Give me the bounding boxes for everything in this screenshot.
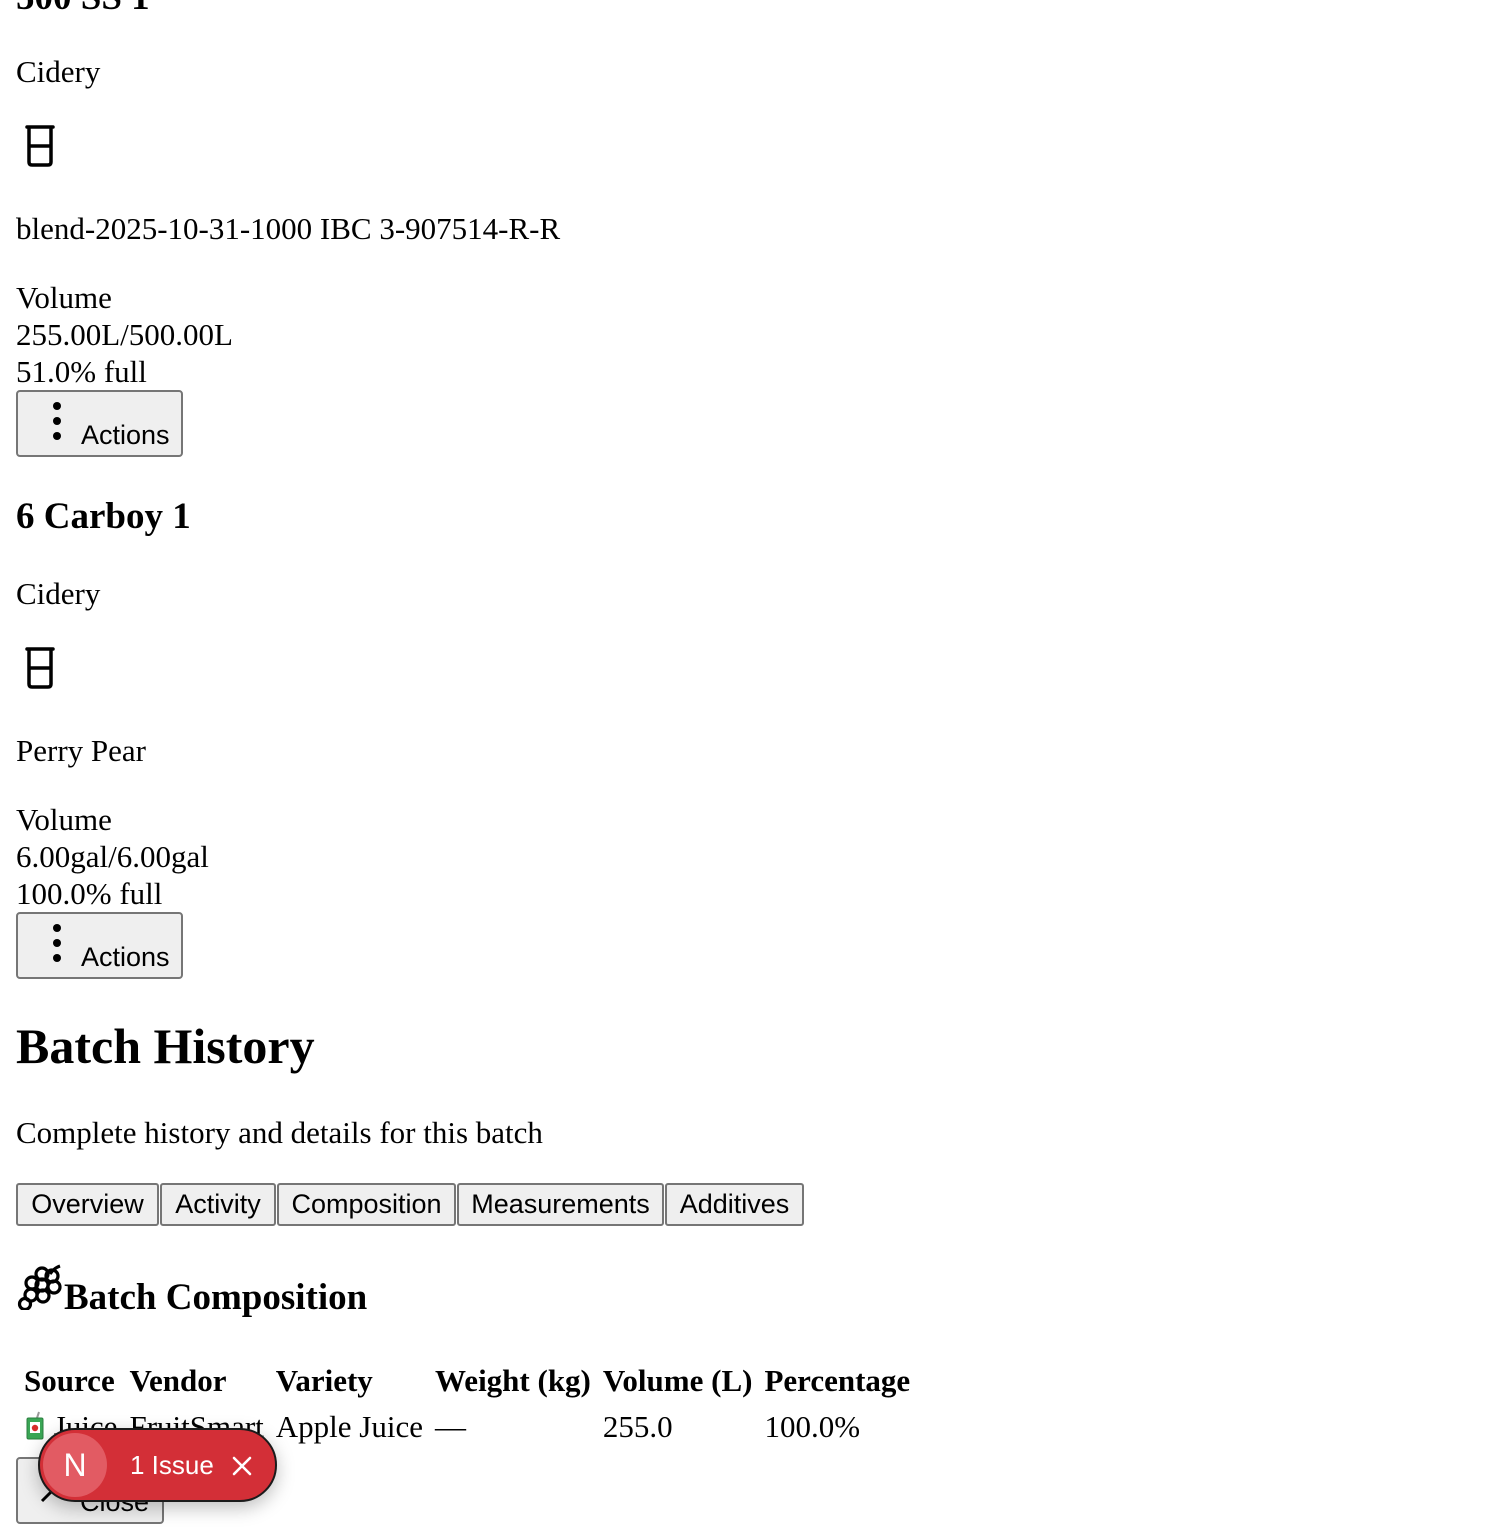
tab-measurements[interactable]: Measurements — [457, 1183, 664, 1226]
actions-label: Actions — [81, 420, 170, 450]
column-header-source: Source — [24, 1363, 115, 1398]
fill-percent: 51.0% full — [16, 354, 147, 389]
batch-history-title: Batch History — [16, 1018, 315, 1074]
fill-percent: 100.0% full — [16, 876, 163, 911]
composition-heading: Batch Composition — [64, 1277, 368, 1318]
volume-value: 6.00gal/6.00gal — [16, 839, 209, 874]
vessel-batch: blend-2025-10-31-1000 IBC 3-907514-R-R — [16, 211, 561, 246]
beaker-icon — [25, 647, 55, 689]
actions-button[interactable]: Actions — [16, 912, 183, 979]
beaker-icon — [25, 125, 55, 167]
cell-variety: Apple Juice — [275, 1409, 424, 1444]
juice-box-icon — [26, 1411, 44, 1440]
column-header-volume: Volume (L) — [602, 1363, 753, 1398]
tab-composition[interactable]: Composition — [277, 1183, 456, 1226]
grapes-icon — [17, 1264, 62, 1310]
more-vertical-icon — [53, 924, 61, 962]
vessel-batch: Perry Pear — [16, 733, 146, 768]
close-icon[interactable] — [230, 1454, 254, 1478]
column-header-percentage: Percentage — [764, 1363, 911, 1398]
vessel-location: Cidery — [16, 576, 101, 611]
vessel-name: 6 Carboy 1 — [16, 496, 191, 537]
volume-label: Volume — [16, 802, 112, 837]
tab-additives[interactable]: Additives — [665, 1183, 804, 1226]
tab-overview[interactable]: Overview — [16, 1183, 159, 1226]
vessel-location: Cidery — [16, 54, 101, 89]
column-header-vendor: Vendor — [129, 1363, 227, 1398]
more-vertical-icon — [53, 402, 61, 440]
volume-value: 255.00L/500.00L — [16, 317, 233, 352]
actions-button[interactable]: Actions — [16, 390, 183, 457]
batch-history-subtitle: Complete history and details for this ba… — [16, 1115, 543, 1150]
dev-tools-avatar[interactable]: N — [43, 1433, 107, 1497]
cell-volume: 255.0 — [602, 1409, 673, 1444]
issue-count-label[interactable]: 1 Issue — [130, 1449, 214, 1481]
actions-label: Actions — [81, 942, 170, 972]
vessel-name: 500 SS 1 — [16, 0, 150, 20]
cell-weight: — — [435, 1409, 467, 1444]
issues-badge[interactable]: N 1 Issue — [38, 1428, 277, 1502]
column-header-variety: Variety — [275, 1363, 373, 1398]
column-header-weight: Weight (kg) — [435, 1363, 591, 1398]
tab-activity[interactable]: Activity — [160, 1183, 276, 1226]
volume-label: Volume — [16, 280, 112, 315]
cell-percentage: 100.0% — [764, 1409, 861, 1444]
table-header-row: Source Vendor Variety Weight (kg) Volume… — [20, 1358, 914, 1404]
